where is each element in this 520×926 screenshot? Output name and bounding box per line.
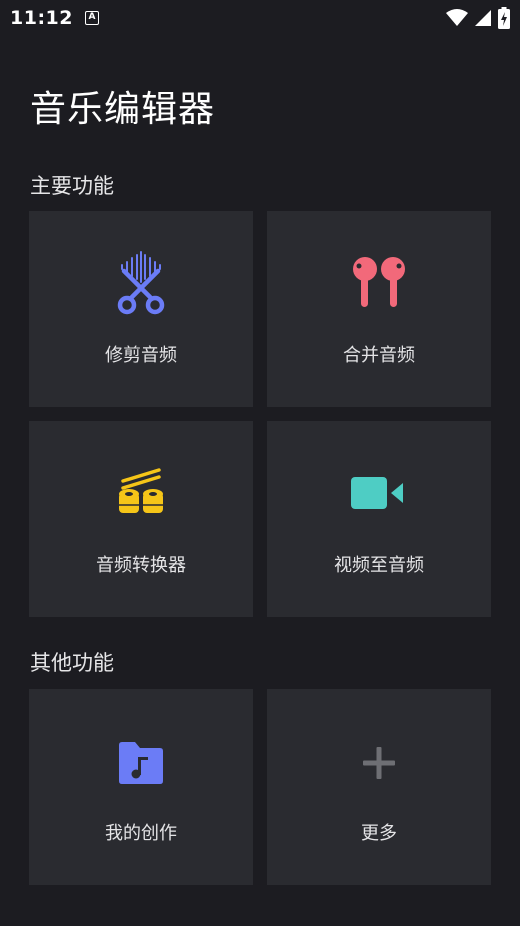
video-camera-icon <box>267 461 491 525</box>
card-label: 修剪音频 <box>105 345 177 366</box>
card-label: 音频转换器 <box>96 555 186 576</box>
more-card[interactable]: 更多 <box>267 689 491 885</box>
trim-audio-card[interactable]: 修剪音频 <box>29 211 253 407</box>
cell-signal-icon <box>475 10 491 26</box>
scissors-waveform-icon <box>29 251 253 315</box>
status-time: 11:12 <box>10 7 73 29</box>
audio-converter-card[interactable]: 音频转换器 <box>29 421 253 617</box>
battery-icon <box>498 7 510 29</box>
section-title-other: 其他功能 <box>30 651 114 675</box>
status-icons <box>446 7 510 29</box>
music-folder-icon <box>29 731 253 795</box>
status-bar: 11:12 A <box>0 0 520 36</box>
page-title: 音乐编辑器 <box>30 89 216 130</box>
my-creations-card[interactable]: 我的创作 <box>29 689 253 885</box>
notification-icon: A <box>84 11 99 25</box>
video-to-audio-card[interactable]: 视频至音频 <box>267 421 491 617</box>
earbuds-icon <box>267 251 491 315</box>
card-label: 视频至音频 <box>334 555 424 576</box>
card-label: 合并音频 <box>343 345 415 366</box>
plus-icon <box>267 731 491 795</box>
converter-rolls-icon <box>29 461 253 525</box>
section-title-main: 主要功能 <box>30 174 114 198</box>
merge-audio-card[interactable]: 合并音频 <box>267 211 491 407</box>
card-label: 我的创作 <box>105 823 177 844</box>
wifi-icon <box>446 9 468 26</box>
card-label: 更多 <box>361 823 397 844</box>
